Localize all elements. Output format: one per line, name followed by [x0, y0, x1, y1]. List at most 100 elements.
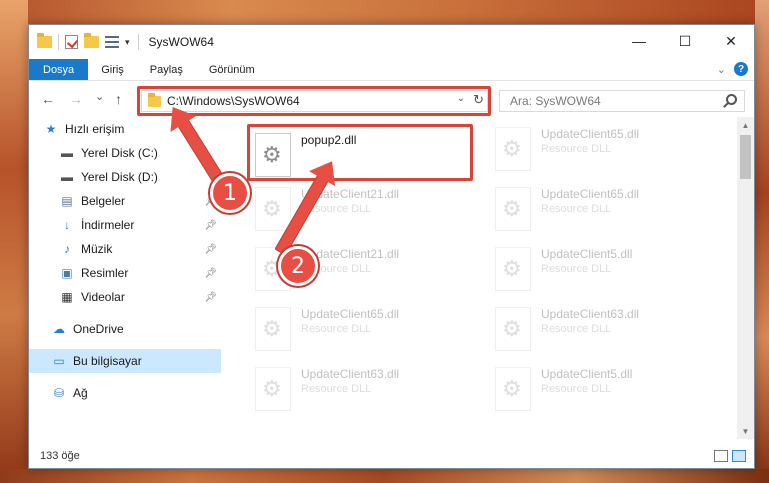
file-item[interactable]: UpdateClient65.dll Resource DLL — [245, 301, 475, 357]
sidebar-item-label: İndirmeler — [81, 218, 135, 232]
dll-file-icon — [255, 367, 291, 411]
sidebar-item-label: Bu bilgisayar — [73, 354, 142, 368]
scroll-up-icon[interactable]: ▲ — [737, 117, 754, 133]
sidebar-item-label: Videolar — [81, 290, 125, 304]
sidebar-item-label: Müzik — [81, 242, 113, 256]
toolbar-separator — [58, 34, 59, 50]
drive-icon: ▬ — [61, 170, 73, 184]
file-item[interactable]: UpdateClient63.dll Resource DLL — [245, 361, 475, 417]
customize-toolbar-icon[interactable] — [105, 36, 119, 48]
details-view-icon[interactable] — [714, 450, 728, 462]
back-arrow-icon[interactable]: ← — [41, 91, 55, 107]
minimize-button[interactable]: — — [616, 25, 662, 57]
pictures-icon: ▣ — [61, 266, 73, 280]
file-description: Resource DLL — [541, 323, 612, 335]
sidebar-item-documents[interactable]: ▤ Belgeler 📌︎ — [29, 189, 221, 213]
tab-view[interactable]: Görünüm — [196, 59, 268, 80]
film-icon: ▦ — [61, 290, 73, 304]
vertical-scrollbar[interactable]: ▲ ▼ — [737, 117, 754, 439]
file-item[interactable]: UpdateClient65.dll Resource DLL — [485, 181, 715, 237]
title-bar: ▾ SysWOW64 — ☐ ✕ — [29, 25, 754, 59]
dll-file-icon — [255, 307, 291, 351]
recent-locations-chevron-icon[interactable]: ⌄ — [95, 90, 104, 103]
sidebar-item-label: Hızlı erişim — [65, 122, 125, 136]
search-icon[interactable] — [726, 94, 737, 105]
sidebar-item-label: OneDrive — [73, 322, 124, 336]
dll-file-icon — [495, 127, 531, 171]
file-description: Resource DLL — [301, 383, 372, 395]
sidebar-item-downloads[interactable]: ↓ İndirmeler 📌︎ — [29, 213, 221, 237]
tab-home[interactable]: Giriş — [88, 59, 137, 80]
sidebar-item-label: Yerel Disk (C:) — [81, 146, 158, 160]
file-item[interactable]: UpdateClient5.dll Resource DLL — [485, 361, 715, 417]
folder-icon — [37, 33, 52, 48]
file-description: Resource DLL — [541, 143, 612, 155]
ribbon-tabs: Dosya Giriş Paylaş Görünüm ⌄ ? — [29, 59, 754, 81]
close-button[interactable]: ✕ — [708, 25, 754, 57]
desktop-background-bottom — [0, 469, 769, 483]
sidebar-item-local-disk-d[interactable]: ▬ Yerel Disk (D:) — [29, 165, 221, 189]
sidebar-item-this-pc[interactable]: ▭ Bu bilgisayar — [29, 349, 221, 373]
music-note-icon: ♪ — [64, 242, 70, 256]
sidebar-item-pictures[interactable]: ▣ Resimler 📌︎ — [29, 261, 221, 285]
sidebar-item-label: Resimler — [81, 266, 129, 280]
sidebar-item-network[interactable]: ⛁ Ağ — [29, 381, 221, 405]
file-description: Resource DLL — [541, 203, 612, 215]
desktop-background-right — [755, 0, 769, 483]
qat-dropdown-icon[interactable]: ▾ — [125, 37, 130, 48]
file-name: UpdateClient65.dll — [301, 307, 400, 321]
sidebar-item-music[interactable]: ♪ Müzik 📌︎ — [29, 237, 221, 261]
file-item[interactable]: UpdateClient63.dll Resource DLL — [485, 301, 715, 357]
network-icon: ⛁ — [53, 386, 65, 400]
cloud-icon: ☁ — [53, 322, 65, 336]
tiles-view-icon[interactable] — [732, 450, 746, 462]
navigation-pane: ★ Hızlı erişim ▬ Yerel Disk (C:) ▬ Yerel… — [29, 117, 221, 439]
tab-share[interactable]: Paylaş — [137, 59, 196, 80]
callout-badge-one: 1 — [210, 173, 250, 213]
sidebar-item-label: Yerel Disk (D:) — [81, 170, 158, 184]
sidebar-item-label: Belgeler — [81, 194, 126, 208]
download-icon: ↓ — [64, 218, 70, 232]
window-title: SysWOW64 — [148, 35, 214, 49]
pin-icon[interactable]: 📌︎ — [204, 220, 217, 231]
dll-file-icon — [495, 307, 531, 351]
new-folder-icon[interactable] — [84, 33, 99, 48]
maximize-button[interactable]: ☐ — [662, 25, 708, 57]
file-item[interactable]: UpdateClient65.dll Resource DLL — [485, 121, 715, 177]
file-name: UpdateClient65.dll — [541, 127, 640, 141]
callout-badge-two: 2 — [278, 246, 318, 286]
pin-icon[interactable]: 📌︎ — [204, 268, 217, 279]
file-description: Resource DLL — [541, 263, 612, 275]
file-name: UpdateClient5.dll — [541, 247, 633, 261]
file-item[interactable]: UpdateClient21.dll Resource DLL — [245, 181, 475, 237]
file-item[interactable]: UpdateClient5.dll Resource DLL — [485, 241, 715, 297]
dll-file-icon — [495, 247, 531, 291]
file-highlight — [247, 124, 473, 181]
scrollbar-thumb[interactable] — [740, 135, 751, 179]
file-name: UpdateClient65.dll — [541, 187, 640, 201]
sidebar-item-label: Ağ — [73, 386, 88, 400]
up-arrow-icon[interactable]: ↑ — [115, 91, 122, 107]
dll-file-icon — [495, 367, 531, 411]
file-name: UpdateClient63.dll — [301, 367, 400, 381]
computer-icon: ▭ — [53, 354, 65, 368]
help-icon[interactable]: ? — [734, 62, 748, 76]
star-icon: ★ — [45, 122, 57, 136]
search-placeholder: Ara: SysWOW64 — [510, 94, 601, 108]
pin-icon[interactable]: 📌︎ — [204, 292, 217, 303]
pin-icon[interactable]: 📌︎ — [204, 244, 217, 255]
properties-check-icon[interactable] — [65, 35, 78, 49]
quick-access-toolbar: ▾ — [29, 33, 130, 50]
sidebar-item-onedrive[interactable]: ☁ OneDrive — [29, 317, 221, 341]
ribbon-right-controls: ⌄ ? — [717, 62, 748, 76]
status-bar: 133 öğe — [29, 444, 754, 468]
search-input[interactable]: Ara: SysWOW64 — [499, 90, 745, 112]
tab-file[interactable]: Dosya — [29, 59, 89, 80]
explorer-window: ▾ SysWOW64 — ☐ ✕ Dosya Giriş Paylaş Görü… — [28, 24, 755, 469]
window-controls: — ☐ ✕ — [616, 25, 754, 57]
forward-arrow-icon[interactable]: → — [69, 91, 83, 107]
file-description: Resource DLL — [541, 383, 612, 395]
expand-ribbon-chevron-icon[interactable]: ⌄ — [717, 63, 726, 76]
scroll-down-icon[interactable]: ▼ — [737, 423, 754, 439]
sidebar-item-videos[interactable]: ▦ Videolar 📌︎ — [29, 285, 221, 309]
